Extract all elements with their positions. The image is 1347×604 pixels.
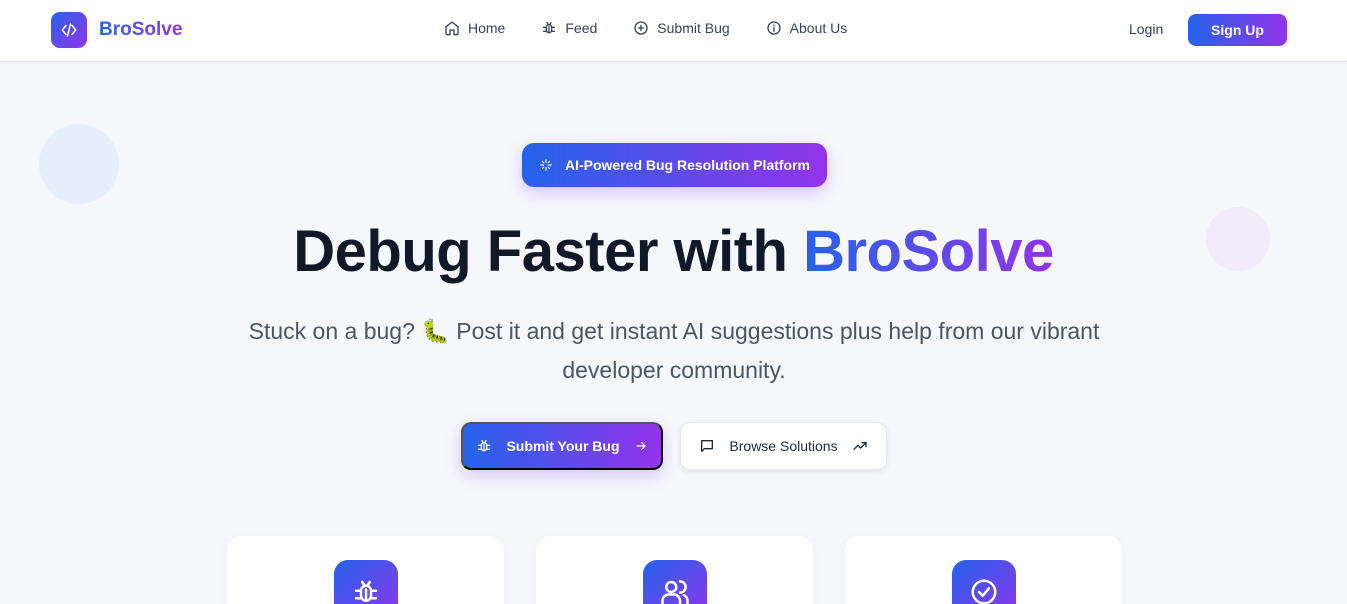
hero-subtitle: Stuck on a bug? 🐛 Post it and get instan… (248, 318, 1100, 383)
top-navbar: BroSolve Home Feed Submit Bug About Us L… (0, 0, 1347, 62)
plus-circle-icon (634, 21, 648, 35)
nav-item-label: Home (468, 20, 506, 36)
signup-button[interactable]: Sign Up (1188, 14, 1287, 46)
check-circle-icon (952, 560, 1016, 604)
nav-item-about-us[interactable]: About Us (766, 20, 848, 36)
nav-item-label: Feed (565, 20, 598, 36)
brand-logo[interactable]: BroSolve (51, 12, 182, 48)
decorative-circle (39, 124, 119, 204)
submit-your-bug-label: Submit Your Bug (506, 438, 620, 454)
nav-item-label: About Us (789, 20, 848, 36)
main-nav: Home Feed Submit Bug About Us (444, 20, 847, 36)
hero-title-brand: BroSolve (803, 219, 1054, 284)
brand-name: BroSolve (99, 19, 183, 40)
message-square-icon (701, 440, 714, 452)
browse-solutions-button[interactable]: Browse Solutions (680, 422, 887, 470)
hero-title: Debug Faster with BroSolve (0, 218, 1347, 285)
users-icon (643, 560, 707, 604)
submit-your-bug-button[interactable]: Submit Your Bug (461, 422, 663, 470)
feature-card (845, 536, 1122, 604)
hero-title-plain: Debug Faster with (293, 219, 804, 284)
bug-icon (478, 440, 491, 452)
feature-card (536, 536, 813, 604)
info-icon (766, 21, 781, 35)
hero-badge-label: AI-Powered Bug Resolution Platform (564, 157, 810, 173)
bug-icon (334, 560, 398, 604)
sparkles-icon (540, 159, 552, 171)
hero-badge: AI-Powered Bug Resolution Platform (522, 143, 827, 187)
nav-item-home[interactable]: Home (444, 20, 505, 36)
nav-item-feed[interactable]: Feed (541, 20, 597, 36)
nav-item-submit-bug[interactable]: Submit Bug (633, 20, 730, 36)
browse-solutions-label: Browse Solutions (729, 438, 838, 454)
home-icon (445, 21, 459, 36)
nav-item-label: Submit Bug (657, 20, 730, 36)
bug-icon (543, 22, 556, 34)
feature-card (227, 536, 504, 604)
arrow-right-icon (635, 441, 646, 451)
login-link[interactable]: Login (1129, 21, 1163, 37)
code-icon (51, 12, 87, 48)
trending-up-icon (852, 442, 867, 450)
